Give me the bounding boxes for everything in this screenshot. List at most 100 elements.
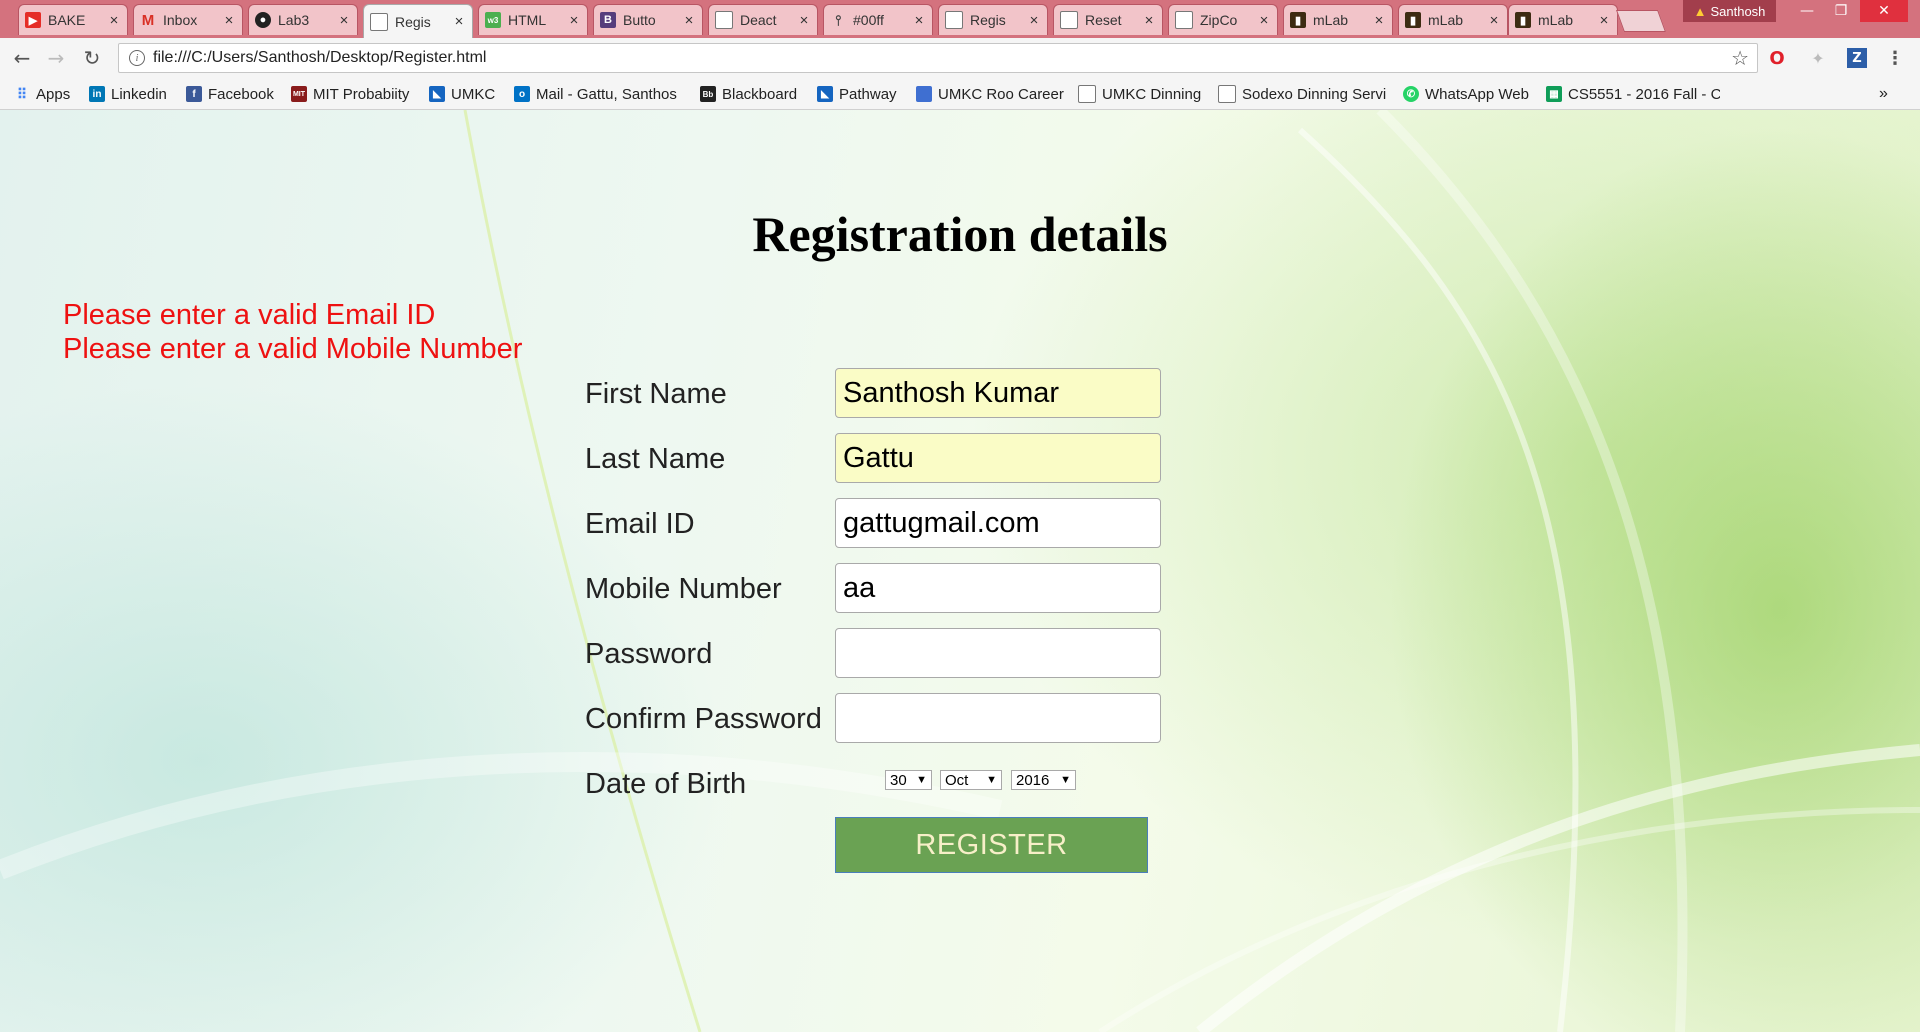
tab-inbox[interactable]: M Inbox × [133,4,243,35]
bookmark-pathway[interactable]: ◣ Pathway [817,85,897,103]
register-button[interactable]: REGISTER [835,817,1148,873]
linkedin-icon: in [89,86,105,102]
reload-icon[interactable]: ↻ [80,46,104,70]
first-name-input[interactable]: Santhosh Kumar [835,368,1161,418]
new-tab-button[interactable] [1615,10,1667,32]
youtube-icon: ▶ [25,12,41,28]
first-name-label: First Name [585,378,727,410]
w3schools-icon: w3 [485,12,501,28]
last-name-input[interactable]: Gattu [835,433,1161,483]
umkc-icon: ◣ [817,86,833,102]
tab-deact[interactable]: Deact × [708,4,818,35]
email-input[interactable]: gattugmail.com [835,498,1161,548]
window-close-button[interactable]: ✕ [1860,0,1908,22]
bookmark-roo-career[interactable]: UMKC Roo Career [916,85,1064,103]
close-icon[interactable]: × [682,12,696,29]
mobile-input[interactable]: aa [835,563,1161,613]
close-icon[interactable]: × [1257,12,1271,29]
page-content: Please enter a valid Email ID Please ent… [0,110,1920,1032]
page-title: Registration details [752,206,1168,262]
dob-month-select[interactable]: Oct ▼ [940,770,1002,790]
tab-html[interactable]: w3 HTML × [478,4,588,35]
tab-mlab-1[interactable]: ▮ mLab × [1283,4,1393,35]
bookmark-sodexo[interactable]: Sodexo Dinning Servi [1218,85,1386,103]
last-name-label: Last Name [585,443,726,475]
sheets-icon: ▦ [1546,86,1562,102]
bookmark-apps[interactable]: ⠿ Apps [14,85,70,103]
close-icon[interactable]: × [1487,12,1501,29]
whatsapp-icon: ✆ [1403,86,1419,102]
menu-icon[interactable]: ⋮ [1885,48,1905,69]
facebook-icon: f [186,86,202,102]
info-icon[interactable]: i [129,50,145,66]
bookmark-mit-probability[interactable]: MIT MIT Probabiity [291,85,409,103]
github-icon: ● [255,12,271,28]
back-icon[interactable]: ← [10,46,34,70]
close-icon[interactable]: × [912,12,926,29]
bookmark-facebook[interactable]: f Facebook [186,85,274,103]
bootstrap-icon: B [600,12,616,28]
forward-icon[interactable]: → [44,46,68,70]
tab-bake[interactable]: ▶ BAKE × [18,4,128,35]
page-icon [715,11,733,29]
blackboard-icon: Bb [700,86,716,102]
tab-mlab-2[interactable]: ▮ mLab × [1398,4,1508,35]
bookmark-blackboard[interactable]: Bb Blackboard [700,85,797,103]
mobile-label: Mobile Number [585,573,782,605]
apps-grid-icon: ⠿ [16,85,28,102]
tab-mlab-3[interactable]: ▮ mLab × [1508,4,1618,35]
bookmark-umkc-dinning[interactable]: UMKC Dinning [1078,85,1201,103]
email-error: Please enter a valid Email ID [63,299,436,331]
opera-extension-icon[interactable]: O [1767,48,1787,69]
tab-lab3[interactable]: ● Lab3 × [248,4,358,35]
page-icon [945,11,963,29]
close-icon[interactable]: × [1372,12,1386,29]
minimize-button[interactable]: — [1790,0,1824,22]
validation-errors: Please enter a valid Email ID Please ent… [63,298,522,366]
close-icon[interactable]: × [1597,12,1611,29]
dob-day-select[interactable]: 30 ▼ [885,770,932,790]
dob-year-select[interactable]: 2016 ▼ [1011,770,1076,790]
close-icon[interactable]: × [1142,12,1156,29]
bookmark-umkc[interactable]: ◣ UMKC [429,85,495,103]
tab-00ff[interactable]: ⫯ #00ff × [823,4,933,35]
bookmark-star-icon[interactable]: ☆ [1731,46,1749,70]
dropdown-arrow-icon: ▼ [916,774,927,786]
tab-register-active[interactable]: Regis × [363,4,473,38]
tab-reset[interactable]: Reset × [1053,4,1163,35]
close-icon[interactable]: × [1027,12,1041,29]
restore-button[interactable]: ❐ [1824,0,1858,22]
close-icon[interactable]: × [107,12,121,29]
close-icon[interactable]: × [222,12,236,29]
tab-zipcode[interactable]: ZipCo × [1168,4,1278,35]
mlab-icon: ▮ [1405,12,1421,28]
address-bar[interactable]: i file:///C:/Users/Santhosh/Desktop/Regi… [118,43,1758,73]
dropdown-arrow-icon: ▼ [986,774,997,786]
close-icon[interactable]: × [337,12,351,29]
password-input[interactable] [835,628,1161,678]
close-icon[interactable]: × [567,12,581,29]
bookmark-linkedin[interactable]: in Linkedin [89,85,167,103]
close-icon[interactable]: × [452,13,466,30]
warning-icon: ▲ [1693,3,1707,19]
z-extension-icon[interactable]: Z [1847,48,1867,68]
confirm-password-input[interactable] [835,693,1161,743]
dropdown-arrow-icon: ▼ [1060,774,1071,786]
page-icon [1218,85,1236,103]
bookmark-cs5551[interactable]: ▦ CS5551 - 2016 Fall - C [1546,85,1720,103]
tab-buttons[interactable]: B Butto × [593,4,703,35]
browser-toolbar: ← → ↻ i file:///C:/Users/Santhosh/Deskto… [0,38,1920,78]
more-bookmarks-icon[interactable]: » [1879,85,1888,103]
tab-register-2[interactable]: Regis × [938,4,1048,35]
pin-icon: ⫯ [834,11,842,28]
umkc-icon: ◣ [429,86,445,102]
password-label: Password [585,638,713,670]
page-icon [370,12,388,31]
extension-icon[interactable]: ✦ [1808,48,1828,68]
tab-strip: ▶ BAKE × M Inbox × ● Lab3 × Regis × w3 H… [0,0,1920,38]
url-text[interactable]: file:///C:/Users/Santhosh/Desktop/Regist… [153,49,1731,67]
bookmark-whatsapp[interactable]: ✆ WhatsApp Web [1403,85,1529,103]
close-icon[interactable]: × [797,12,811,29]
bookmark-mail[interactable]: o Mail - Gattu, Santhos [514,85,682,103]
profile-button[interactable]: ▲ Santhosh [1683,0,1776,22]
